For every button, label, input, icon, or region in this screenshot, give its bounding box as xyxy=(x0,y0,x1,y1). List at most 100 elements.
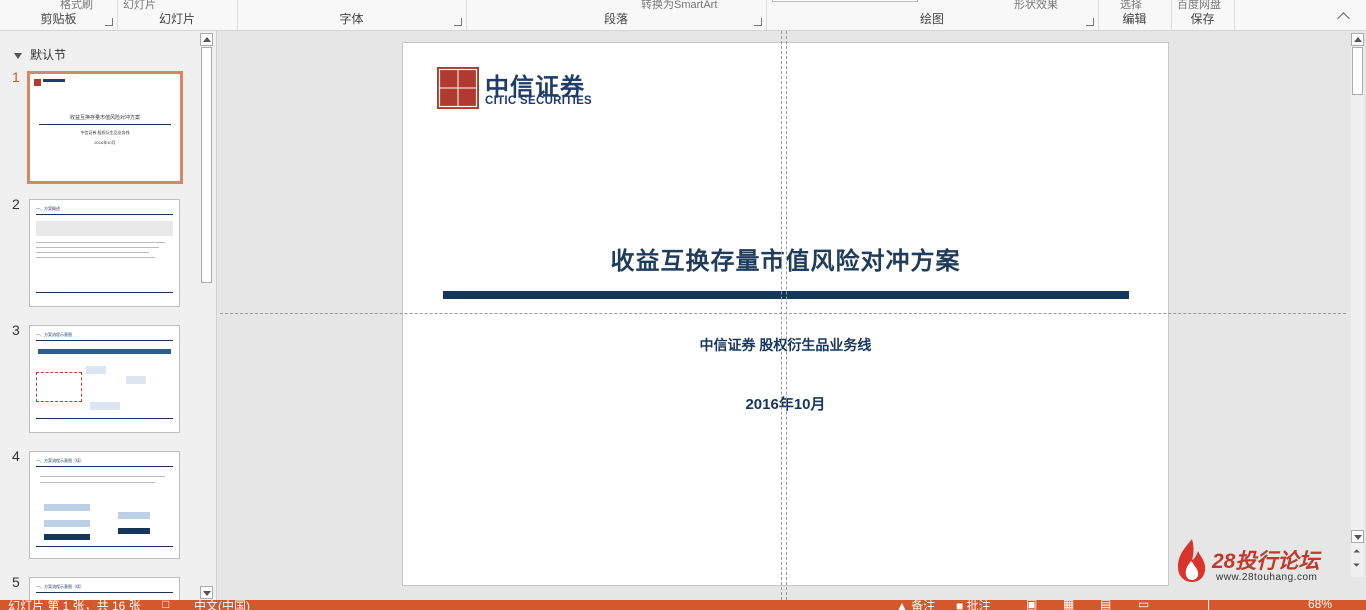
thumb-line xyxy=(40,476,165,477)
thumb-node xyxy=(90,402,120,410)
thumb-subtitle: 中信证券 股权衍生品业务线 xyxy=(80,130,130,135)
thumb-line xyxy=(36,247,159,248)
thumb-line xyxy=(36,252,149,253)
scroll-thumb[interactable] xyxy=(1352,47,1363,95)
thumb-node xyxy=(44,520,90,527)
thumb-footer-rule xyxy=(36,292,173,293)
ribbon-group-editing: 选择 编辑 xyxy=(1098,0,1172,30)
watermark-text: 28投行论坛 xyxy=(1212,550,1320,573)
ribbon-group-clipboard: 格式刷 剪贴板 xyxy=(0,0,118,30)
logo-seal-icon xyxy=(34,79,41,86)
slide-thumbnail-panel: 默认节 1 收益互换存量市值风险对冲方案 中信证券 股权衍生品业务线 2016年… xyxy=(0,31,217,601)
normal-view-icon[interactable]: ▣ xyxy=(1026,600,1037,610)
reading-view-icon[interactable]: ▤ xyxy=(1100,600,1111,610)
slide-number: 1 xyxy=(12,69,20,85)
ribbon: 格式刷 剪贴板 幻灯片 幻灯片 字体 转换为SmartArt 段落 形状效果 绘… xyxy=(0,0,1366,31)
ribbon-group-slides: 幻灯片 幻灯片 xyxy=(117,0,238,30)
thumb-title: 一、方案流程示意图 xyxy=(36,332,72,337)
status-bar: 幻灯片 第 1 张，共 16 张 □ 中文(中国) ▲ 备注 ■ 批注 ▣ ▦ … xyxy=(0,600,1366,610)
arrow-up-icon xyxy=(203,37,211,42)
ribbon-group-label: 字体 xyxy=(339,12,364,26)
thumb-footer-rule xyxy=(36,546,173,547)
section-header[interactable]: 默认节 xyxy=(14,46,66,63)
thumb-bar xyxy=(39,124,171,125)
comments-label: 批注 xyxy=(966,600,991,610)
ribbon-group-paragraph: 转换为SmartArt 段落 xyxy=(466,0,767,30)
ribbon-group-label: 剪贴板 xyxy=(40,12,77,26)
slide-count-status[interactable]: 幻灯片 第 1 张，共 16 张 xyxy=(8,600,141,610)
slide-thumbnail-4[interactable]: 一、方案流程示意图（续） xyxy=(29,451,180,559)
collapse-triangle-icon[interactable] xyxy=(14,52,22,59)
zoom-level[interactable]: 68% xyxy=(1308,600,1332,610)
zoom-slider-thumb[interactable]: | xyxy=(1207,600,1210,610)
ribbon-group-label: 幻灯片 xyxy=(158,12,195,26)
slideshow-icon[interactable]: ▭ xyxy=(1138,600,1149,610)
thumb-rule xyxy=(36,466,173,467)
language-status[interactable]: 中文(中国) xyxy=(194,600,250,610)
citic-seal-icon xyxy=(437,67,479,109)
thumb-highlight-box xyxy=(36,372,82,402)
dialog-launcher-icon[interactable] xyxy=(754,18,762,26)
slide-thumbnail-5[interactable]: 一、方案流程示意图（续） xyxy=(29,577,180,601)
scroll-down-button[interactable] xyxy=(200,586,213,599)
thumb-title: 一、方案概述 xyxy=(36,206,60,211)
thumb-date: 2016年10月 xyxy=(94,140,116,145)
vertical-guide[interactable] xyxy=(786,31,787,600)
notes-button[interactable]: ▲ 备注 xyxy=(896,600,935,610)
next-slide-icon[interactable]: ⏷ xyxy=(1353,561,1360,570)
logo-mark xyxy=(43,79,65,82)
watermark: 28投行论坛 www.28touhang.com xyxy=(1170,535,1340,585)
thumb-line xyxy=(36,257,155,258)
thumb-line xyxy=(40,482,155,483)
ribbon-group-label: 绘图 xyxy=(919,12,944,26)
slide-thumbnail-1[interactable]: 收益互换存量市值风险对冲方案 中信证券 股权衍生品业务线 2016年10月 xyxy=(27,71,183,184)
thumb-node xyxy=(118,528,150,534)
dialog-launcher-icon[interactable] xyxy=(105,18,113,26)
thumb-title: 一、方案流程示意图（续） xyxy=(36,458,84,463)
dialog-launcher-icon[interactable] xyxy=(1086,18,1094,26)
comments-button[interactable]: ■ 批注 xyxy=(956,600,991,610)
collapse-ribbon-icon[interactable] xyxy=(1337,12,1350,25)
slide-number: 3 xyxy=(12,322,20,338)
arrow-down-icon xyxy=(1354,535,1362,540)
thumb-textblock xyxy=(36,221,173,236)
logo-english-text: CITIC SECURITIES xyxy=(485,95,593,107)
thumb-title: 一、方案流程示意图（续） xyxy=(36,584,84,589)
ribbon-group-drawing: 形状效果 绘图 xyxy=(766,0,1099,30)
thumb-node xyxy=(118,512,150,519)
slide-number: 5 xyxy=(12,574,20,590)
scroll-up-button[interactable] xyxy=(1351,33,1364,46)
notes-label: 备注 xyxy=(911,600,936,610)
editor-scrollbar[interactable]: ⏶ ⏷ xyxy=(1351,33,1364,577)
slide-number: 2 xyxy=(12,196,20,212)
previous-slide-icon[interactable]: ⏶ xyxy=(1353,547,1360,556)
thumbnail-scrollbar[interactable] xyxy=(200,33,213,599)
arrow-up-icon xyxy=(1354,37,1362,42)
slide-thumbnail-2[interactable]: 一、方案概述 xyxy=(29,199,180,307)
section-label: 默认节 xyxy=(30,48,67,62)
ribbon-group-font: 字体 xyxy=(237,0,467,30)
scroll-thumb[interactable] xyxy=(201,47,212,283)
spellcheck-icon[interactable]: □ xyxy=(162,600,169,610)
slide-sorter-icon[interactable]: ▦ xyxy=(1063,600,1074,610)
thumb-node xyxy=(86,366,106,374)
thumb-node xyxy=(44,504,90,511)
thumb-title: 收益互换存量市值风险对冲方案 xyxy=(69,115,140,121)
slide-thumbnail-3[interactable]: 一、方案流程示意图 xyxy=(29,325,180,433)
ribbon-group-label: 保存 xyxy=(1190,12,1215,26)
arrow-down-icon xyxy=(203,591,211,596)
vertical-guide[interactable] xyxy=(781,31,782,600)
thumb-line xyxy=(36,242,165,243)
horizontal-guide[interactable] xyxy=(220,313,1346,314)
scroll-up-button[interactable] xyxy=(200,33,213,46)
slide-number: 4 xyxy=(12,448,20,464)
ribbon-group-label: 编辑 xyxy=(1122,12,1147,26)
thumb-footer-rule xyxy=(36,418,173,419)
dialog-launcher-icon[interactable] xyxy=(454,18,462,26)
thumb-rule xyxy=(36,214,173,215)
shape-gallery[interactable] xyxy=(772,0,918,2)
thumb-node xyxy=(44,534,90,540)
ribbon-group-label: 段落 xyxy=(603,12,628,26)
scroll-down-button[interactable] xyxy=(1351,530,1364,543)
thumb-rule xyxy=(36,340,173,341)
